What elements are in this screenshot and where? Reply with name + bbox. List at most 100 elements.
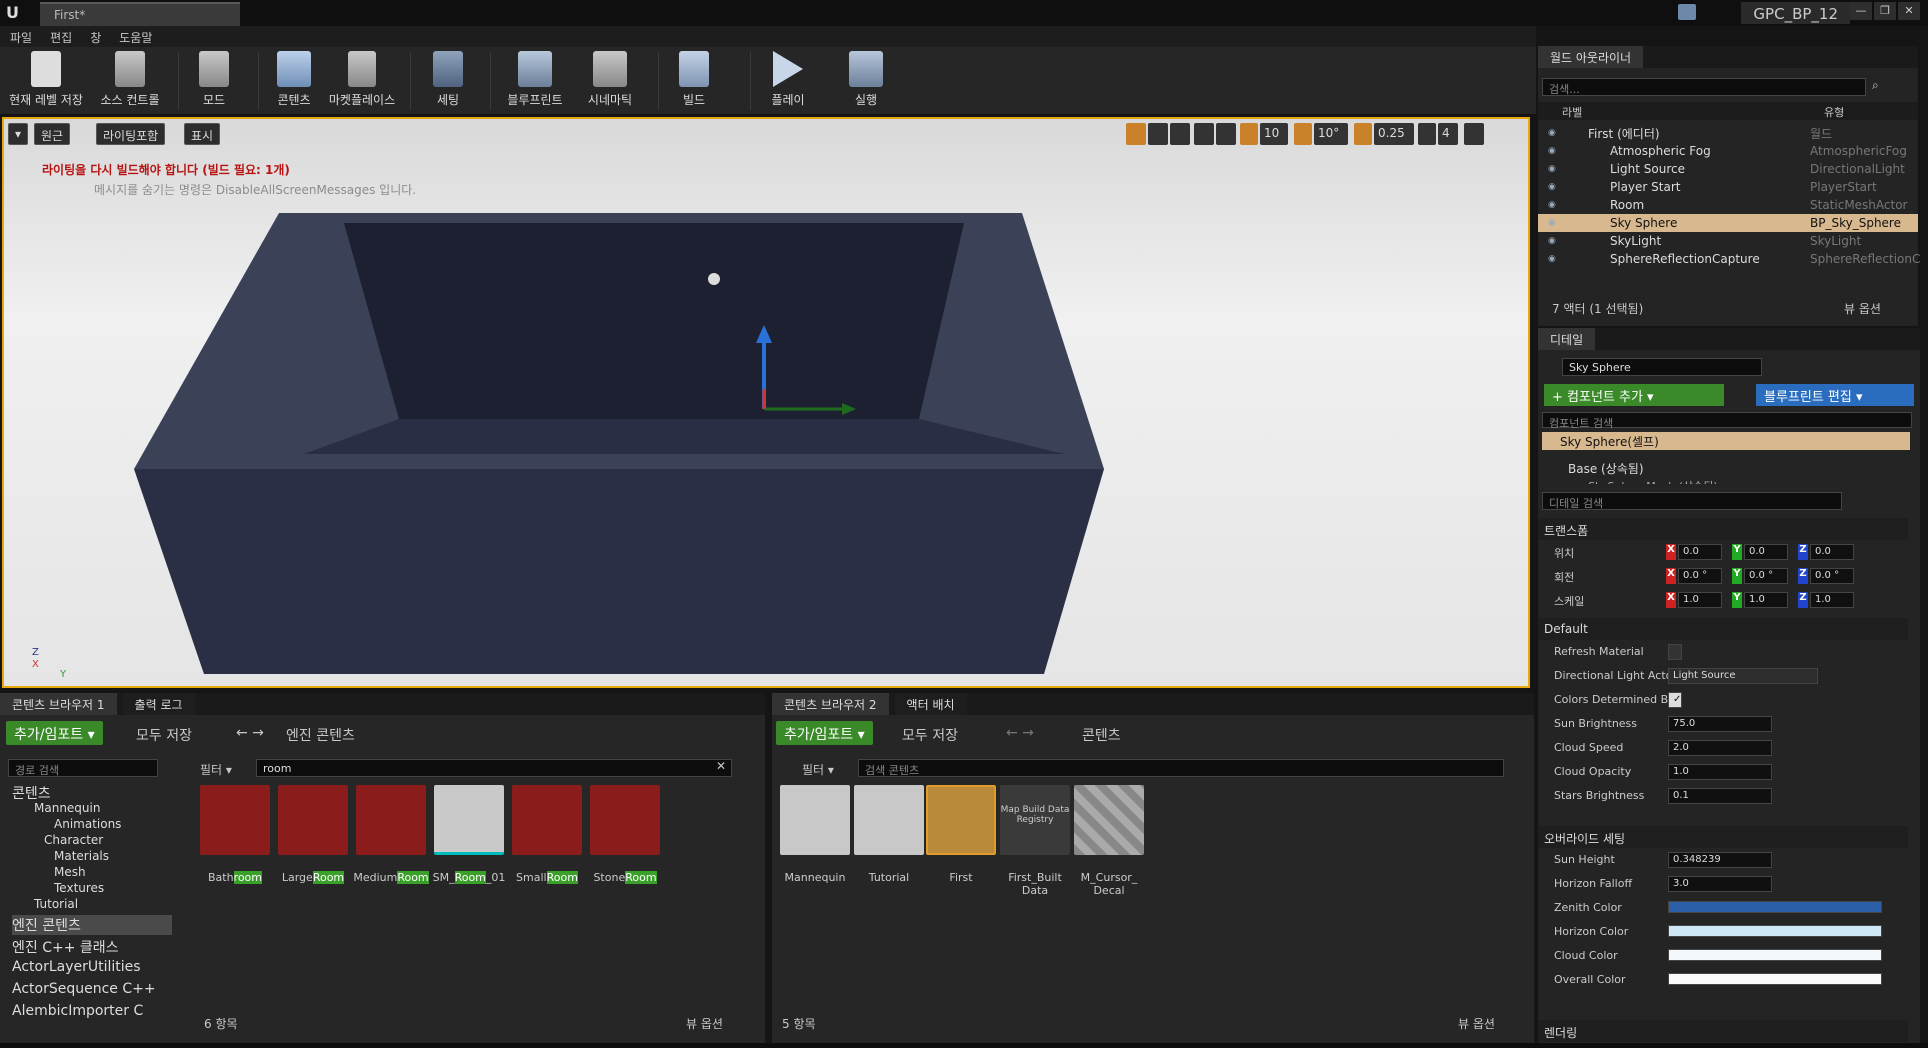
horizon-color-swatch[interactable] bbox=[1668, 925, 1882, 937]
location-y-input[interactable]: 0.0 bbox=[1744, 544, 1788, 560]
menu-edit[interactable]: 편집 bbox=[50, 29, 72, 45]
zenith-color-swatch[interactable] bbox=[1668, 901, 1882, 913]
document-tab[interactable]: First* bbox=[40, 2, 240, 26]
translate-mode-icon[interactable] bbox=[1126, 123, 1146, 145]
cinematics-button[interactable]: 시네마틱 bbox=[580, 51, 640, 108]
cb1-back-forward[interactable]: ← → bbox=[236, 725, 264, 741]
decal-thumbnail[interactable] bbox=[1074, 785, 1144, 855]
tree-item[interactable]: ActorLayerUtilities bbox=[12, 959, 141, 975]
cb2-path[interactable]: 콘텐츠 bbox=[1082, 725, 1121, 745]
overall-color-swatch[interactable] bbox=[1668, 973, 1882, 985]
asset-label[interactable]: MediumRoom bbox=[351, 871, 431, 884]
source-control-status-icon[interactable] bbox=[1678, 4, 1696, 20]
scale-mode-icon[interactable] bbox=[1170, 123, 1190, 145]
add-component-button[interactable]: + 컴포넌트 추가 ▾ bbox=[1544, 384, 1724, 406]
sun-height-input[interactable]: 0.348239 bbox=[1668, 852, 1772, 868]
tree-item[interactable]: AlembicImporter C bbox=[12, 1003, 143, 1019]
visibility-icon[interactable]: ◉ bbox=[1548, 200, 1562, 210]
cloud-speed-input[interactable]: 2.0 bbox=[1668, 740, 1772, 756]
visibility-icon[interactable]: ◉ bbox=[1548, 236, 1562, 246]
maximize-icon[interactable]: ❐ bbox=[1874, 2, 1896, 20]
rendering-header[interactable]: 렌더링 bbox=[1538, 1020, 1908, 1042]
asset-label[interactable]: M_Cursor_ Decal bbox=[1069, 871, 1149, 897]
scale-z-input[interactable]: 1.0 bbox=[1810, 592, 1854, 608]
camera-speed-icon[interactable] bbox=[1418, 123, 1436, 145]
launch-button[interactable]: 실행 bbox=[838, 51, 894, 108]
outliner-row[interactable]: ◉ Light Source DirectionalLight bbox=[1538, 160, 1918, 178]
location-x-input[interactable]: 0.0 bbox=[1678, 544, 1722, 560]
cb2-add-import-button[interactable]: 추가/임포트 ▾ bbox=[776, 721, 873, 745]
cb1-path-search[interactable]: 경로 검색 bbox=[8, 759, 158, 777]
outliner-row[interactable]: ◉ First (에디터) 월드 bbox=[1538, 124, 1918, 142]
lighting-mode-button[interactable]: 라이팅포함 bbox=[96, 123, 166, 145]
close-icon[interactable]: ✕ bbox=[1898, 2, 1920, 20]
source-control-button[interactable]: 소스 컨트롤 bbox=[90, 51, 170, 108]
outliner-row[interactable]: ◉ SkyLight SkyLight bbox=[1538, 232, 1918, 250]
maximize-viewport-icon[interactable] bbox=[1464, 123, 1484, 145]
rotation-snap-icon[interactable] bbox=[1294, 123, 1312, 145]
build-data-thumbnail[interactable]: Map Build Data Registry bbox=[1000, 785, 1070, 855]
level-viewport[interactable]: Z X Y ▾ 원근 라이팅포함 표시 10 10° 0.25 4 라이팅을 다… bbox=[2, 117, 1530, 688]
cb2-view-options[interactable]: 뷰 옵션 bbox=[1458, 1015, 1495, 1032]
base-component-row[interactable]: Base (상속됨) bbox=[1568, 460, 1644, 477]
save-level-button[interactable]: 현재 레벨 저장 bbox=[6, 51, 86, 108]
tree-item[interactable]: Mannequin bbox=[34, 801, 100, 815]
tree-item[interactable]: Materials bbox=[54, 849, 109, 863]
asset-label[interactable]: LargeRoom bbox=[273, 871, 353, 884]
scale-x-input[interactable]: 1.0 bbox=[1678, 592, 1722, 608]
unreal-logo-icon[interactable]: U bbox=[6, 3, 28, 23]
tree-item[interactable]: Character bbox=[44, 833, 103, 847]
asset-label[interactable]: Tutorial bbox=[849, 871, 929, 884]
asset-label[interactable]: First_Built Data bbox=[995, 871, 1075, 897]
world-space-icon[interactable] bbox=[1194, 123, 1214, 145]
place-actors-tab[interactable]: 액터 배치 bbox=[894, 693, 967, 715]
details-tab[interactable]: 디테일 bbox=[1538, 328, 1596, 350]
visibility-icon[interactable]: ◉ bbox=[1548, 218, 1562, 228]
cb2-filter-button[interactable]: 필터 ▾ bbox=[802, 761, 834, 778]
label-column[interactable]: 라벨 bbox=[1562, 104, 1582, 120]
settings-button[interactable]: 세팅 bbox=[420, 51, 476, 108]
rotation-z-input[interactable]: 0.0 ° bbox=[1810, 568, 1854, 584]
build-button[interactable]: 빌드 bbox=[666, 51, 722, 108]
content-button[interactable]: 콘텐츠 bbox=[266, 51, 322, 108]
asset-label[interactable]: StoneRoom bbox=[585, 871, 665, 884]
play-button[interactable]: 플레이 bbox=[760, 51, 816, 108]
grid-snap-value[interactable]: 10 bbox=[1260, 123, 1288, 145]
asset-label[interactable]: SM_Room_01 bbox=[429, 871, 509, 884]
sun-brightness-input[interactable]: 75.0 bbox=[1668, 716, 1772, 732]
type-column[interactable]: 유형 bbox=[1824, 104, 1844, 120]
cb1-view-options[interactable]: 뷰 옵션 bbox=[686, 1015, 723, 1032]
menu-help[interactable]: 도움말 bbox=[119, 29, 152, 45]
outliner-row[interactable]: ◉ SphereReflectionCapture SphereReflection… bbox=[1538, 250, 1920, 268]
tree-item[interactable]: Animations bbox=[54, 817, 121, 831]
visibility-icon[interactable]: ◉ bbox=[1548, 146, 1562, 156]
refresh-material-checkbox[interactable] bbox=[1668, 644, 1682, 660]
directional-light-select[interactable]: Light Source bbox=[1668, 668, 1818, 684]
visibility-icon[interactable]: ◉ bbox=[1548, 164, 1562, 174]
cb2-back-forward[interactable]: ← → bbox=[1006, 725, 1034, 741]
folder-icon[interactable] bbox=[854, 785, 924, 855]
asset-thumbnail[interactable] bbox=[278, 785, 348, 855]
cloud-color-swatch[interactable] bbox=[1668, 949, 1882, 961]
asset-thumbnail[interactable] bbox=[356, 785, 426, 855]
marketplace-button[interactable]: 마켓플레이스 bbox=[324, 51, 400, 108]
modes-button[interactable]: 모드 bbox=[186, 51, 242, 108]
perspective-button[interactable]: 원근 bbox=[34, 123, 71, 145]
menu-window[interactable]: 창 bbox=[90, 29, 101, 45]
colors-determined-checkbox[interactable]: ✓ bbox=[1668, 692, 1682, 708]
tree-item[interactable]: 엔진 C++ 클래스 bbox=[12, 937, 119, 957]
tree-item-selected[interactable]: 엔진 콘텐츠 bbox=[12, 915, 172, 935]
detail-search-input[interactable]: 디테일 검색 bbox=[1542, 492, 1842, 510]
actor-name-field[interactable]: Sky Sphere bbox=[1562, 358, 1762, 376]
scale-y-input[interactable]: 1.0 bbox=[1744, 592, 1788, 608]
asset-thumbnail[interactable] bbox=[512, 785, 582, 855]
outliner-view-options[interactable]: 뷰 옵션 bbox=[1844, 300, 1881, 317]
scale-snap-value[interactable]: 0.25 bbox=[1374, 123, 1414, 145]
minimize-icon[interactable]: — bbox=[1850, 2, 1872, 20]
rotation-y-input[interactable]: 0.0 ° bbox=[1744, 568, 1788, 584]
tree-item[interactable]: ActorSequence C++ bbox=[12, 981, 156, 997]
folder-icon[interactable] bbox=[780, 785, 850, 855]
self-component-row[interactable]: Sky Sphere(셀프) bbox=[1542, 432, 1910, 450]
sky-sphere-mesh-row[interactable]: SkySphereMesh (상속됨) bbox=[1588, 478, 1718, 484]
outliner-tab[interactable]: 월드 아웃라이너 bbox=[1538, 46, 1644, 68]
